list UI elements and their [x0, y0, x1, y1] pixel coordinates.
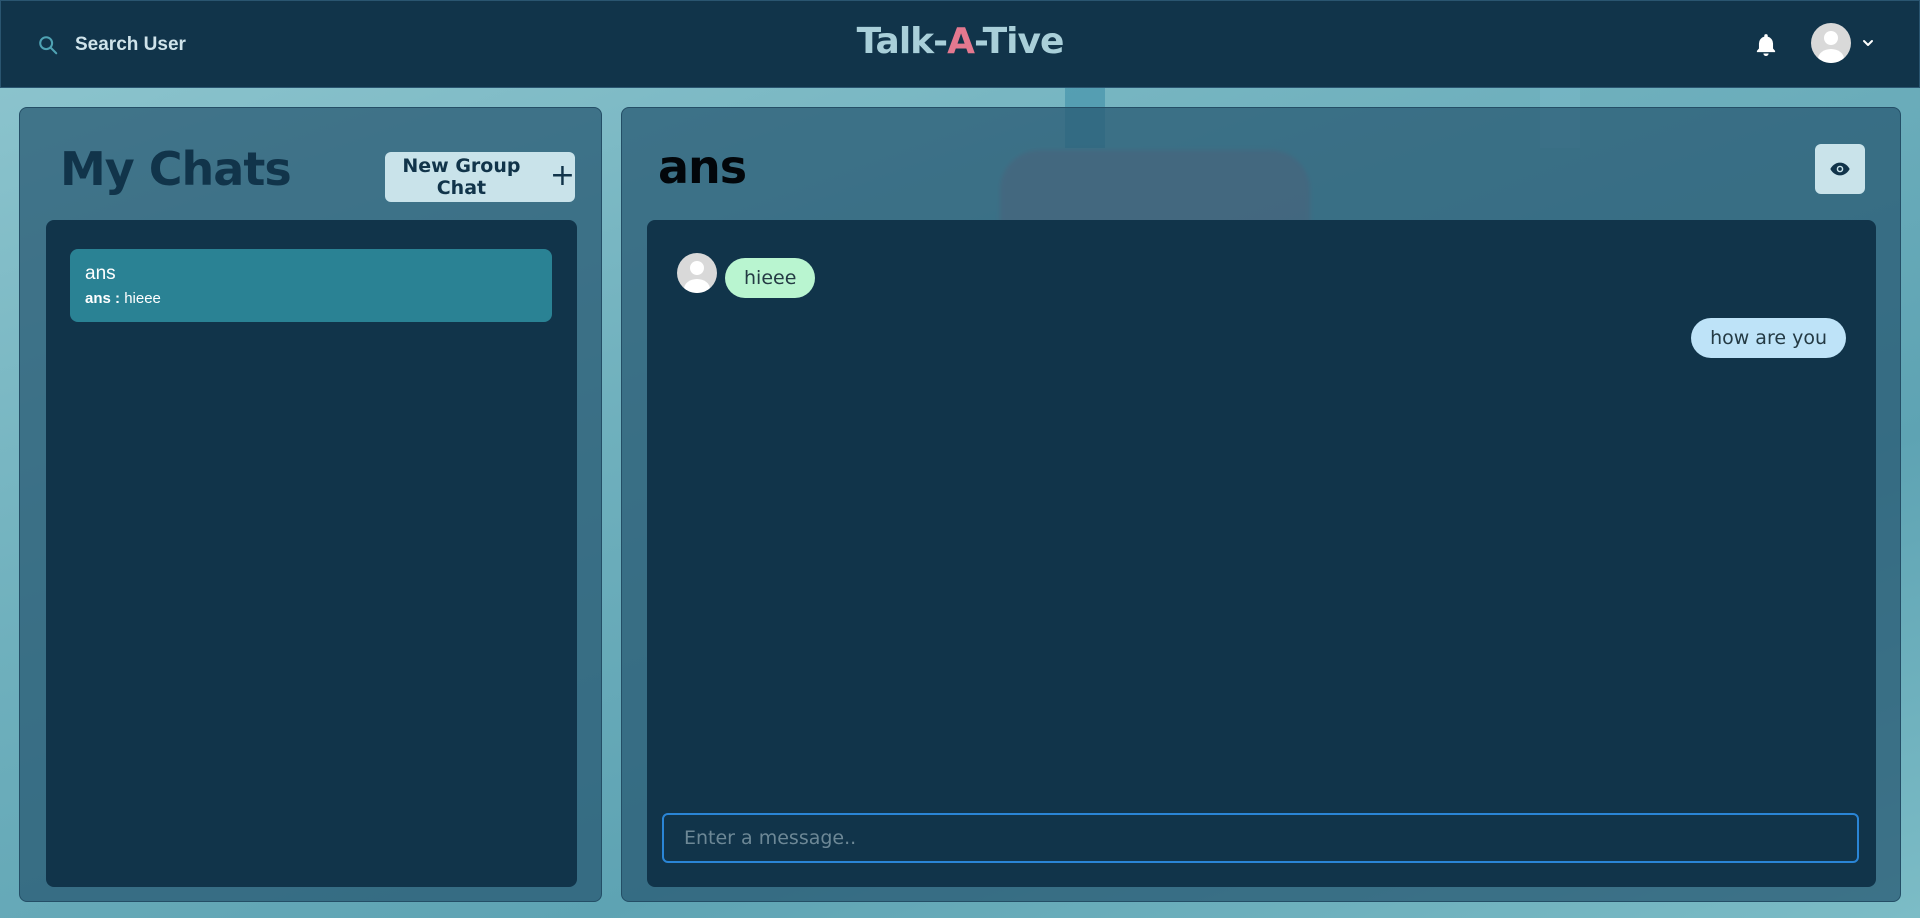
bell-icon[interactable] — [1753, 32, 1779, 58]
eye-icon — [1830, 162, 1850, 176]
messages-area: hieee how are you — [647, 220, 1876, 887]
logo-accent: A — [947, 21, 975, 62]
received-message-bubble: hieee — [725, 258, 816, 298]
top-bar: Search User Talk-A-Tive — [0, 0, 1920, 88]
my-chats-panel: My Chats New Group Chat + ans ans : hiee… — [19, 107, 602, 902]
chevron-down-icon — [1863, 40, 1873, 46]
app-logo: Talk-A-Tive — [1, 21, 1919, 62]
plus-icon: + — [549, 157, 575, 193]
chat-preview-text: hieee — [124, 290, 161, 307]
new-group-chat-button[interactable]: New Group Chat + — [385, 152, 575, 202]
chat-name: ans — [85, 263, 116, 284]
chat-list: ans ans : hieee — [46, 220, 577, 887]
my-chats-title: My Chats — [60, 142, 292, 196]
logo-prefix: Talk- — [856, 21, 948, 62]
logo-suffix: -Tive — [973, 21, 1064, 62]
sender-avatar-icon[interactable] — [677, 253, 717, 293]
chat-preview: ans : hieee — [85, 290, 537, 307]
new-group-chat-label: New Group Chat — [402, 155, 521, 199]
conversation-title: ans — [658, 140, 747, 194]
conversation-panel: ans hieee how are you — [621, 107, 1901, 902]
view-profile-button[interactable] — [1815, 144, 1865, 194]
profile-menu-button[interactable] — [1811, 22, 1875, 64]
message-input[interactable] — [662, 813, 1859, 863]
message-row: how are you — [1691, 318, 1846, 358]
chat-list-item[interactable]: ans ans : hieee — [70, 249, 552, 322]
sent-message-bubble: how are you — [1691, 318, 1846, 358]
message-row: hieee — [677, 253, 816, 298]
chat-preview-sender: ans : — [85, 290, 121, 307]
avatar-icon — [1811, 23, 1851, 63]
